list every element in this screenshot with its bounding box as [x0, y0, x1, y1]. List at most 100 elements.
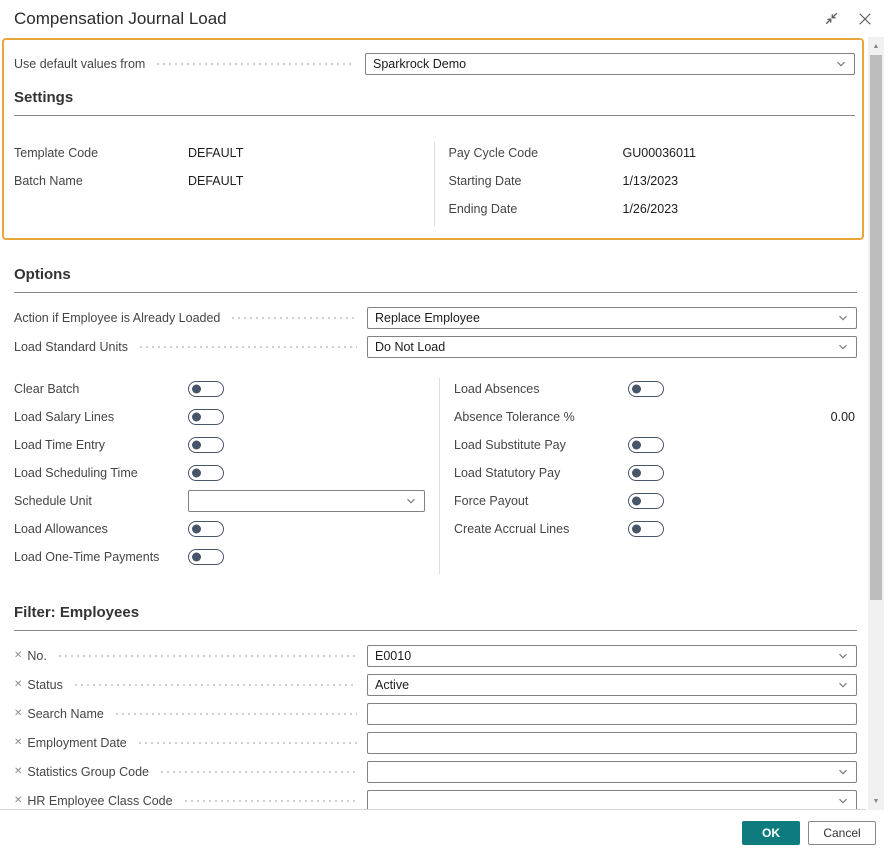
load-standard-units-combobox[interactable]: Do Not Load	[367, 336, 857, 358]
dotted-leader	[114, 713, 357, 715]
field-value: DEFAULT	[188, 174, 243, 188]
create-accrual-lines-toggle[interactable]	[628, 521, 664, 537]
options-dropdown-rows: Action if Employee is Already Loaded Rep…	[14, 307, 857, 358]
chevron-down-icon[interactable]	[837, 650, 849, 662]
field-label: Schedule Unit	[14, 494, 188, 508]
toggle-knob	[632, 469, 641, 478]
section-heading-settings: Settings	[14, 89, 855, 116]
load-substitute-pay-row: Load Substitute Pay	[454, 434, 857, 456]
ok-button[interactable]: OK	[742, 821, 800, 845]
field-label: HR Employee Class Code	[27, 794, 172, 808]
field-label: Pay Cycle Code	[449, 146, 623, 160]
options-toggles-grid: Clear Batch Load Salary Lines Load Time …	[14, 378, 857, 574]
filter-search-name-input[interactable]	[367, 703, 857, 725]
field-label: Template Code	[14, 146, 188, 160]
field-label: Force Payout	[454, 494, 628, 508]
load-substitute-pay-toggle[interactable]	[628, 437, 664, 453]
dotted-leader	[137, 742, 357, 744]
dialog-title: Compensation Journal Load	[14, 9, 227, 29]
filter-row-status: ✕ Status Active	[14, 674, 857, 696]
load-time-entry-toggle[interactable]	[188, 437, 224, 453]
create-accrual-lines-row: Create Accrual Lines	[454, 518, 857, 540]
field-pay-cycle-code: Pay Cycle Code GU00036011	[449, 142, 856, 164]
load-one-time-payments-toggle[interactable]	[188, 549, 224, 565]
dialog-content: Use default values from Sparkrock Demo S…	[0, 37, 866, 810]
dotted-leader	[183, 800, 357, 802]
field-label: Load Statutory Pay	[454, 466, 628, 480]
toggle-knob	[632, 385, 641, 394]
force-payout-toggle[interactable]	[628, 493, 664, 509]
field-label: No.	[27, 649, 46, 663]
dotted-leader	[138, 346, 357, 348]
field-label: Search Name	[27, 707, 103, 721]
action-if-loaded-row: Action if Employee is Already Loaded Rep…	[14, 307, 857, 329]
filter-hr-employee-class-combobox[interactable]	[367, 790, 857, 810]
toggle-knob	[632, 497, 641, 506]
cancel-button[interactable]: Cancel	[808, 821, 876, 845]
field-template-code: Template Code DEFAULT	[14, 142, 420, 164]
toggle-knob	[192, 413, 201, 422]
load-statutory-pay-row: Load Statutory Pay	[454, 462, 857, 484]
filter-row-statistics-group-code: ✕ Statistics Group Code	[14, 761, 857, 783]
load-statutory-pay-toggle[interactable]	[628, 465, 664, 481]
scrollbar-thumb[interactable]	[870, 55, 882, 600]
field-value: 1/26/2023	[623, 202, 679, 216]
clear-filter-icon[interactable]: ✕	[14, 680, 22, 690]
scroll-down-icon[interactable]: ▼	[868, 793, 884, 809]
field-label: Load Scheduling Time	[14, 466, 188, 480]
clear-filter-icon[interactable]: ✕	[14, 738, 22, 748]
filter-employment-date-input[interactable]	[367, 732, 857, 754]
field-label: Use default values from	[14, 57, 145, 71]
chevron-down-icon[interactable]	[837, 679, 849, 691]
schedule-unit-row: Schedule Unit	[14, 490, 425, 512]
field-label: Load Time Entry	[14, 438, 188, 452]
field-label: Action if Employee is Already Loaded	[14, 311, 220, 325]
absence-tolerance-row: Absence Tolerance % 0.00	[454, 406, 857, 428]
load-allowances-toggle[interactable]	[188, 521, 224, 537]
use-default-values-row: Use default values from Sparkrock Demo	[14, 53, 855, 75]
toggle-knob	[632, 441, 641, 450]
field-batch-name: Batch Name DEFAULT	[14, 170, 420, 192]
section-heading-filter-employees: Filter: Employees	[14, 604, 857, 631]
schedule-unit-combobox[interactable]	[188, 490, 425, 512]
clear-batch-toggle[interactable]	[188, 381, 224, 397]
load-salary-lines-toggle[interactable]	[188, 409, 224, 425]
filter-status-combobox[interactable]: Active	[367, 674, 857, 696]
filter-row-no: ✕ No. E0010	[14, 645, 857, 667]
load-scheduling-time-toggle[interactable]	[188, 465, 224, 481]
chevron-down-icon[interactable]	[837, 341, 849, 353]
clear-filter-icon[interactable]: ✕	[14, 651, 22, 661]
load-absences-toggle[interactable]	[628, 381, 664, 397]
clear-filter-icon[interactable]: ✕	[14, 796, 22, 806]
collapse-icon[interactable]	[822, 10, 840, 28]
dialog-footer: OK Cancel	[0, 810, 890, 856]
field-ending-date: Ending Date 1/26/2023	[449, 198, 856, 220]
dotted-leader	[73, 684, 357, 686]
clear-filter-icon[interactable]: ✕	[14, 767, 22, 777]
toggle-knob	[192, 469, 201, 478]
filter-statistics-group-combobox[interactable]	[367, 761, 857, 783]
action-if-loaded-combobox[interactable]: Replace Employee	[367, 307, 857, 329]
chevron-down-icon[interactable]	[837, 766, 849, 778]
dialog-titlebar: Compensation Journal Load	[0, 0, 890, 37]
filter-row-search-name: ✕ Search Name	[14, 703, 857, 725]
chevron-down-icon[interactable]	[835, 58, 847, 70]
dotted-leader	[159, 771, 357, 773]
load-salary-lines-row: Load Salary Lines	[14, 406, 425, 428]
chevron-down-icon[interactable]	[405, 495, 417, 507]
field-label: Load Standard Units	[14, 340, 128, 354]
field-starting-date: Starting Date 1/13/2023	[449, 170, 856, 192]
field-label: Load Salary Lines	[14, 410, 188, 424]
use-default-values-combobox[interactable]: Sparkrock Demo	[365, 53, 855, 75]
field-label: Load One-Time Payments	[14, 550, 188, 564]
combobox-value: Sparkrock Demo	[373, 57, 829, 71]
filter-employees-section: Filter: Employees ✕ No. E0010 ✕ Status	[14, 604, 857, 810]
chevron-down-icon[interactable]	[837, 795, 849, 807]
close-icon[interactable]	[856, 10, 874, 28]
chevron-down-icon[interactable]	[837, 312, 849, 324]
vertical-scrollbar[interactable]: ▲ ▼	[868, 37, 884, 810]
filter-no-combobox[interactable]: E0010	[367, 645, 857, 667]
clear-filter-icon[interactable]: ✕	[14, 709, 22, 719]
absence-tolerance-value[interactable]: 0.00	[831, 410, 855, 424]
scroll-up-icon[interactable]: ▲	[868, 38, 884, 54]
